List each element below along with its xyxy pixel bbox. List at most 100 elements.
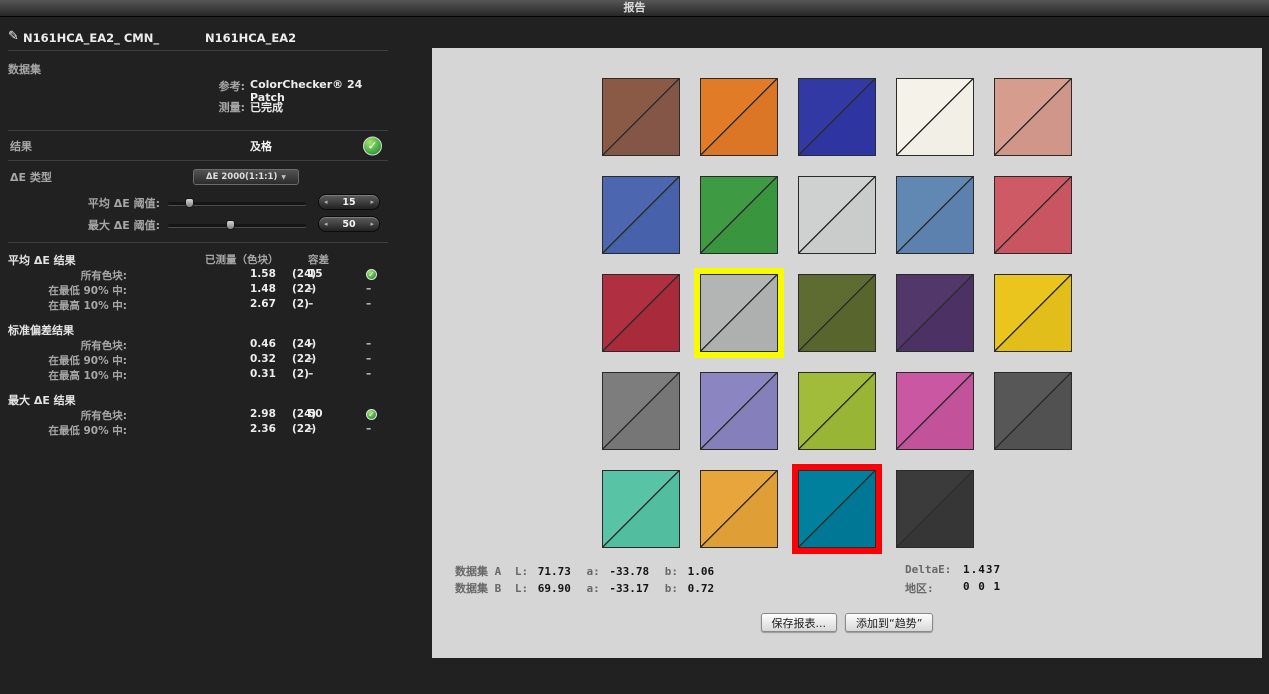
color-patch-21[interactable]: [602, 470, 680, 548]
color-patch-22[interactable]: [700, 470, 778, 548]
color-patch-13[interactable]: [798, 274, 876, 352]
profile-row: ✎ N161HCA_EA2_ CMN_ N161HCA_EA2: [8, 28, 388, 50]
region-value: 0 0 1: [963, 580, 1001, 597]
de-type-row: ΔE 类型 ΔE 2000(1:1:1) ▼: [8, 161, 388, 192]
avg-threshold-slider[interactable]: [168, 202, 306, 205]
color-patch-2[interactable]: [700, 78, 778, 156]
de-type-selected-value: ΔE 2000(1:1:1): [206, 172, 277, 182]
L-label: L:: [515, 582, 528, 595]
avg-threshold-slider-thumb[interactable]: [185, 198, 194, 208]
result-row: 结果 及格 ✓: [8, 131, 388, 160]
add-to-trend-button[interactable]: 添加到“趋势”: [845, 613, 933, 632]
dataset-a-label: 数据集 A: [455, 565, 501, 578]
color-patch-5[interactable]: [994, 78, 1072, 156]
avg-de-section-title: 平均 ΔE 结果: [8, 252, 76, 268]
results-table-header: 平均 ΔE 结果 已测量（色块） 容差: [8, 252, 388, 268]
dataset-a-readout: 数据集 A L: 71.73 a: -33.78 b: 1.06: [455, 563, 714, 580]
color-patch-15[interactable]: [994, 274, 1072, 352]
increment-icon[interactable]: ▸: [370, 221, 374, 228]
row-label: 所有色块:: [8, 338, 127, 353]
row-value: 1.58: [250, 268, 276, 280]
b-label: b:: [665, 565, 678, 578]
delta-e-value: 1.437: [963, 563, 1001, 580]
row-label: 所有色块:: [8, 268, 127, 283]
avg-threshold-stepper[interactable]: ◂ 15 ▸: [318, 194, 380, 210]
row-status: –: [366, 368, 371, 380]
row-tolerance: –: [308, 353, 313, 365]
reference-row: 参考: ColorChecker® 24 Patch: [8, 78, 388, 99]
row-status: –: [366, 298, 371, 310]
reference-label: 参考:: [8, 78, 245, 94]
sidebar: ✎ N161HCA_EA2_ CMN_ N161HCA_EA2 数据集 参考: …: [0, 16, 396, 694]
titlebar: 报告: [0, 0, 1269, 17]
color-patch-7[interactable]: [700, 176, 778, 254]
increment-icon[interactable]: ▸: [370, 199, 374, 206]
b-value: 0.72: [688, 582, 715, 595]
color-patch-16[interactable]: [602, 372, 680, 450]
color-patch-19[interactable]: [896, 372, 974, 450]
table-row: 在最低 90% 中:0.32(22)––: [8, 353, 388, 368]
dataset-section-title: 数据集: [8, 61, 388, 78]
table-row: 所有色块:0.46(24)––: [8, 338, 388, 353]
window-title: 报告: [624, 1, 646, 14]
color-patch-24[interactable]: [896, 470, 974, 548]
row-status: –: [366, 423, 371, 435]
divider: [8, 50, 388, 51]
max-threshold-slider[interactable]: [168, 224, 306, 227]
row-value: 1.48: [250, 283, 276, 295]
measured-column-header: 已测量（色块）: [205, 252, 279, 267]
max-threshold-slider-thumb[interactable]: [226, 220, 235, 230]
color-patch-18[interactable]: [798, 372, 876, 450]
color-patch-3[interactable]: [798, 78, 876, 156]
color-patch-4[interactable]: [896, 78, 974, 156]
max-threshold-stepper[interactable]: ◂ 50 ▸: [318, 216, 380, 232]
measure-label: 测量:: [8, 99, 245, 115]
row-label: 在最低 90% 中:: [8, 423, 127, 438]
delta-e-line: DeltaE: 1.437: [905, 563, 1001, 580]
color-patch-14[interactable]: [896, 274, 974, 352]
profile-name: N161HCA_EA2_ CMN_: [23, 31, 159, 45]
row-value: 0.31: [250, 368, 276, 380]
tolerance-column-header: 容差: [308, 252, 329, 267]
row-count: (2): [292, 298, 309, 310]
row-status: –: [366, 283, 371, 295]
b-value: 1.06: [688, 565, 715, 578]
color-patch-9[interactable]: [896, 176, 974, 254]
row-status: ✓: [366, 408, 377, 420]
edit-pen-icon[interactable]: ✎: [8, 29, 19, 44]
color-patch-20[interactable]: [994, 372, 1072, 450]
table-row: 在最低 90% 中:2.36(22)––: [8, 423, 388, 438]
avg-threshold-label: 平均 ΔE 阈值:: [8, 195, 160, 211]
avg-threshold-row: 平均 ΔE 阈值: ◂ 15 ▸: [8, 192, 388, 214]
color-patch-1[interactable]: [602, 78, 680, 156]
save-report-button[interactable]: 保存报表...: [761, 613, 838, 632]
row-value: 2.36: [250, 423, 276, 435]
row-label: 在最低 90% 中:: [8, 353, 127, 368]
pass-check-icon: ✓: [366, 269, 377, 280]
dataset-b-readout: 数据集 B L: 69.90 a: -33.17 b: 0.72: [455, 580, 714, 597]
color-patch-6[interactable]: [602, 176, 680, 254]
color-patch-8[interactable]: [798, 176, 876, 254]
decrement-icon[interactable]: ◂: [324, 199, 328, 206]
pass-check-icon: ✓: [366, 409, 377, 420]
de-type-dropdown[interactable]: ΔE 2000(1:1:1) ▼: [193, 169, 299, 185]
row-label: 在最高 10% 中:: [8, 368, 127, 383]
results-table-body: 所有色块:1.58(24)15✓在最低 90% 中:1.48(22)––在最高 …: [8, 268, 388, 438]
decrement-icon[interactable]: ◂: [324, 221, 328, 228]
row-status: –: [366, 338, 371, 350]
row-value: 0.32: [250, 353, 276, 365]
row-tolerance: –: [308, 283, 313, 295]
color-patch-12[interactable]: [700, 274, 778, 352]
color-patch-10[interactable]: [994, 176, 1072, 254]
a-value: -33.17: [609, 582, 649, 595]
row-label: 在最低 90% 中:: [8, 283, 127, 298]
avg-threshold-value: 15: [342, 197, 355, 208]
row-tolerance: 15: [308, 268, 323, 280]
color-patch-17[interactable]: [700, 372, 778, 450]
measure-row: 测量: 已完成: [8, 99, 388, 120]
L-value: 69.90: [538, 582, 571, 595]
table-row: 在最低 90% 中:1.48(22)––: [8, 283, 388, 298]
color-patch-23[interactable]: [798, 470, 876, 548]
row-tolerance: –: [308, 338, 313, 350]
color-patch-11[interactable]: [602, 274, 680, 352]
